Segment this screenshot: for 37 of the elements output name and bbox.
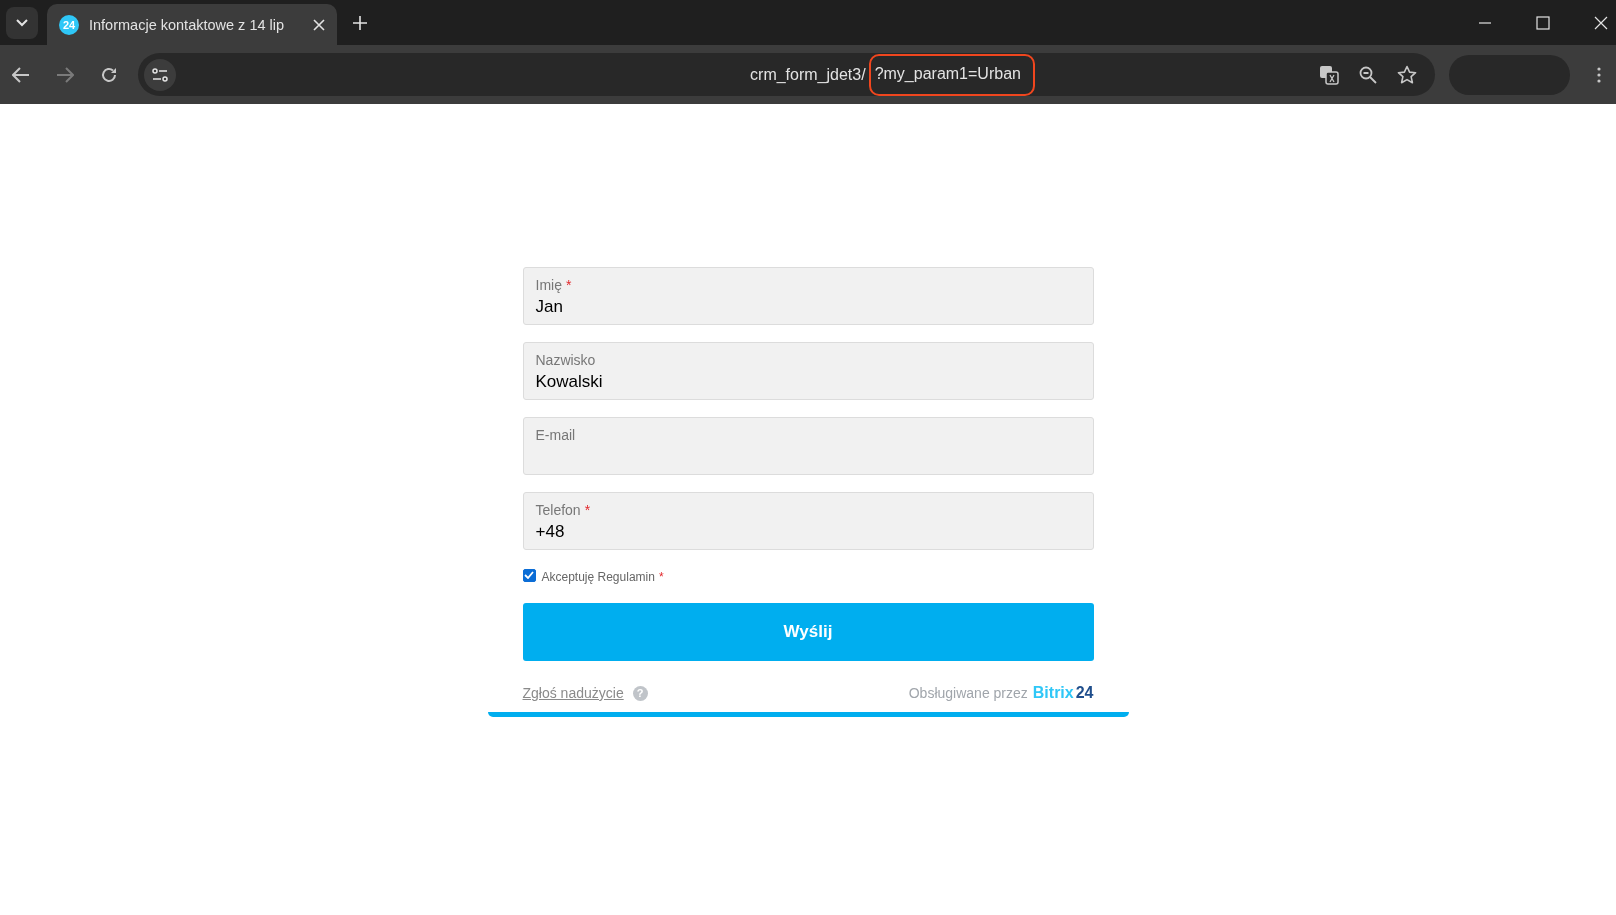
input-field[interactable]: E-mail — [522, 417, 1094, 475]
favicon: 24 — [59, 14, 79, 35]
maximize-icon[interactable] — [1536, 15, 1550, 30]
checkbox-label: Akceptuję Regulamin * — [541, 570, 664, 584]
zoom-out-icon[interactable] — [1359, 65, 1377, 84]
tab-title: Informacje kontaktowe z 14 lip — [89, 16, 286, 33]
input-field[interactable]: Imię * Jan — [522, 267, 1094, 325]
checkbox[interactable] — [522, 568, 536, 582]
forward-arrow-icon[interactable] — [56, 66, 74, 83]
translate-icon[interactable] — [1319, 64, 1339, 85]
close-icon[interactable] — [1594, 15, 1608, 30]
field-label: E-mail — [535, 427, 577, 443]
highlighted-url-parameter: ?my_param1=Urban — [868, 53, 1035, 96]
field-value: Kowalski — [535, 372, 604, 392]
url-text: crm_form_jdet3/ — [750, 65, 866, 84]
address-bar[interactable]: crm_form_jdet3/ ?my_param1=Urban — [138, 53, 1435, 96]
field-label: Imię * — [535, 277, 573, 293]
input-field[interactable]: Nazwisko Kowalski — [522, 342, 1094, 400]
back-arrow-icon[interactable] — [12, 66, 30, 83]
input-field[interactable]: Telefon * +48 — [522, 492, 1094, 550]
report-abuse-link[interactable]: Zgłoś nadużycie — [522, 685, 624, 701]
field-label: Telefon * — [535, 502, 592, 518]
menu-icon[interactable] — [1597, 66, 1601, 83]
bitrix-logo[interactable]: Bitrix24 — [1032, 684, 1094, 702]
tab-list-button[interactable] — [6, 6, 38, 39]
site-settings-button[interactable] — [144, 58, 176, 91]
sliders-icon — [152, 67, 168, 82]
field-value: +48 — [535, 522, 566, 542]
star-icon[interactable] — [1397, 64, 1417, 85]
chevron-down-icon — [16, 18, 28, 27]
browser-tab[interactable]: 24 Informacje kontaktowe z 14 lip — [47, 4, 337, 45]
new-tab-icon[interactable] — [353, 15, 367, 30]
field-value: Jan — [535, 297, 564, 317]
reload-icon[interactable] — [100, 65, 118, 84]
field-label: Nazwisko — [535, 352, 597, 368]
powered-by-text: Obsługiwane przez — [908, 685, 1028, 701]
close-icon[interactable] — [313, 18, 325, 31]
